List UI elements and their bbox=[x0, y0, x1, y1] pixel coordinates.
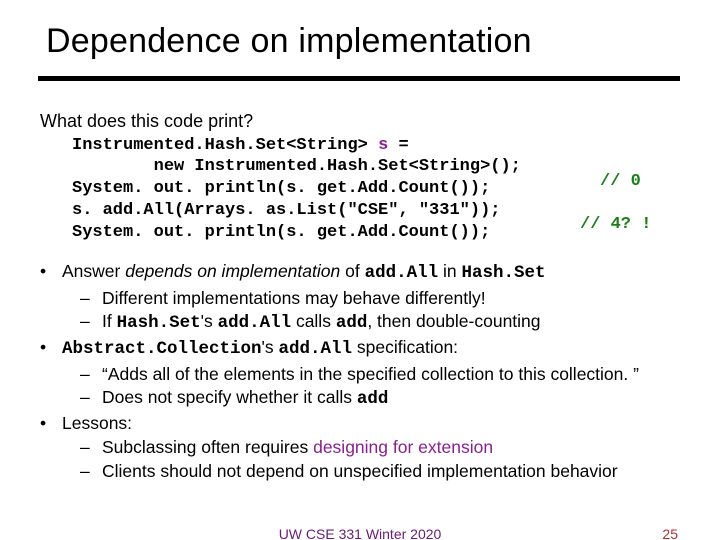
bullet-2: • Abstract.Collection's add.All specific… bbox=[40, 336, 688, 362]
bullet-1-sub-1: – Different implementations may behave d… bbox=[80, 287, 688, 311]
b3s1-text: Subclassing often requires designing for… bbox=[102, 436, 688, 460]
b1s1-text: Different implementations may behave dif… bbox=[102, 287, 688, 311]
dash-icon: – bbox=[80, 287, 102, 311]
b1s2-a: If bbox=[102, 311, 117, 331]
title-rule bbox=[38, 76, 680, 81]
b1-mid2: in bbox=[438, 261, 461, 281]
b2s2-c1: add bbox=[357, 389, 389, 409]
b1s2-c3: add bbox=[336, 313, 368, 333]
b2-b: specification: bbox=[352, 337, 458, 357]
code-l1a: Instrumented.Hash.Set<String> bbox=[72, 136, 378, 155]
b1-code1: add.All bbox=[365, 263, 439, 283]
bullet-3-sub-2: – Clients should not depend on unspecifi… bbox=[80, 460, 688, 484]
code-l5: System. out. println(s. get.Add.Count())… bbox=[72, 223, 490, 242]
b3s1-a: Subclassing often requires bbox=[102, 437, 313, 457]
footer-course: UW CSE 331 Winter 2020 bbox=[0, 526, 720, 540]
b2-c1: Abstract.Collection bbox=[62, 339, 262, 359]
dash-icon: – bbox=[80, 460, 102, 484]
footer-page-number: 25 bbox=[662, 526, 678, 540]
b2-a: 's bbox=[262, 337, 279, 357]
code-l1c: = bbox=[388, 136, 408, 155]
bullet-1-text: Answer depends on implementation of add.… bbox=[62, 260, 688, 286]
b1s2-c: calls bbox=[291, 311, 336, 331]
bullet-2-sub-1: – “Adds all of the elements in the speci… bbox=[80, 363, 688, 387]
bullet-1: • Answer depends on implementation of ad… bbox=[40, 260, 688, 286]
dash-icon: – bbox=[80, 386, 102, 412]
slide: Dependence on implementation What does t… bbox=[0, 0, 720, 540]
code-comment-1: // 4? ! bbox=[580, 214, 651, 235]
code-l3: System. out. println(s. get.Add.Count())… bbox=[72, 179, 490, 198]
bullet-3-sub-1: – Subclassing often requires designing f… bbox=[80, 436, 688, 460]
bullet-dot-icon: • bbox=[40, 260, 62, 286]
code-comment-0: // 0 bbox=[600, 171, 641, 192]
b3s1-design: designing for extension bbox=[313, 437, 493, 457]
b2-c2: add.All bbox=[279, 339, 353, 359]
b3s2-text: Clients should not depend on unspecified… bbox=[102, 460, 688, 484]
bullet-1-sub-2: – If Hash.Set's add.All calls add, then … bbox=[80, 310, 688, 336]
b1-mid: of bbox=[340, 261, 364, 281]
b1s2-text: If Hash.Set's add.All calls add, then do… bbox=[102, 310, 688, 336]
dash-icon: – bbox=[80, 310, 102, 336]
bullet-3-text: Lessons: bbox=[62, 412, 688, 436]
b1s2-c1: Hash.Set bbox=[117, 313, 201, 333]
bullet-2-text: Abstract.Collection's add.All specificat… bbox=[62, 336, 688, 362]
code-l2: new Instrumented.Hash.Set<String>(); bbox=[72, 157, 521, 176]
bullet-list: • Answer depends on implementation of ad… bbox=[40, 260, 688, 484]
question-text: What does this code print? bbox=[40, 110, 680, 133]
bullet-2-sub-2: – Does not specify whether it calls add bbox=[80, 386, 688, 412]
bullet-3: • Lessons: bbox=[40, 412, 688, 436]
b1s2-d: , then double-counting bbox=[367, 311, 540, 331]
b2s1-text: “Adds all of the elements in the specifi… bbox=[102, 363, 688, 387]
code-l4: s. add.All(Arrays. as.List("CSE", "331")… bbox=[72, 201, 500, 220]
slide-title: Dependence on implementation bbox=[46, 22, 532, 61]
b1s2-c2: add.All bbox=[218, 313, 292, 333]
code-var-s: s bbox=[378, 136, 388, 155]
bullet-dot-icon: • bbox=[40, 336, 62, 362]
b1-emph: depends on implementation bbox=[125, 261, 340, 281]
b1s2-b: 's bbox=[201, 311, 218, 331]
b2s2-text: Does not specify whether it calls add bbox=[102, 386, 688, 412]
bullet-dot-icon: • bbox=[40, 412, 62, 436]
b1-lead: Answer bbox=[62, 261, 125, 281]
b1-code2: Hash.Set bbox=[461, 263, 545, 283]
dash-icon: – bbox=[80, 363, 102, 387]
dash-icon: – bbox=[80, 436, 102, 460]
body-block: What does this code print? Instrumented.… bbox=[40, 110, 680, 243]
b2s2-a: Does not specify whether it calls bbox=[102, 387, 357, 407]
